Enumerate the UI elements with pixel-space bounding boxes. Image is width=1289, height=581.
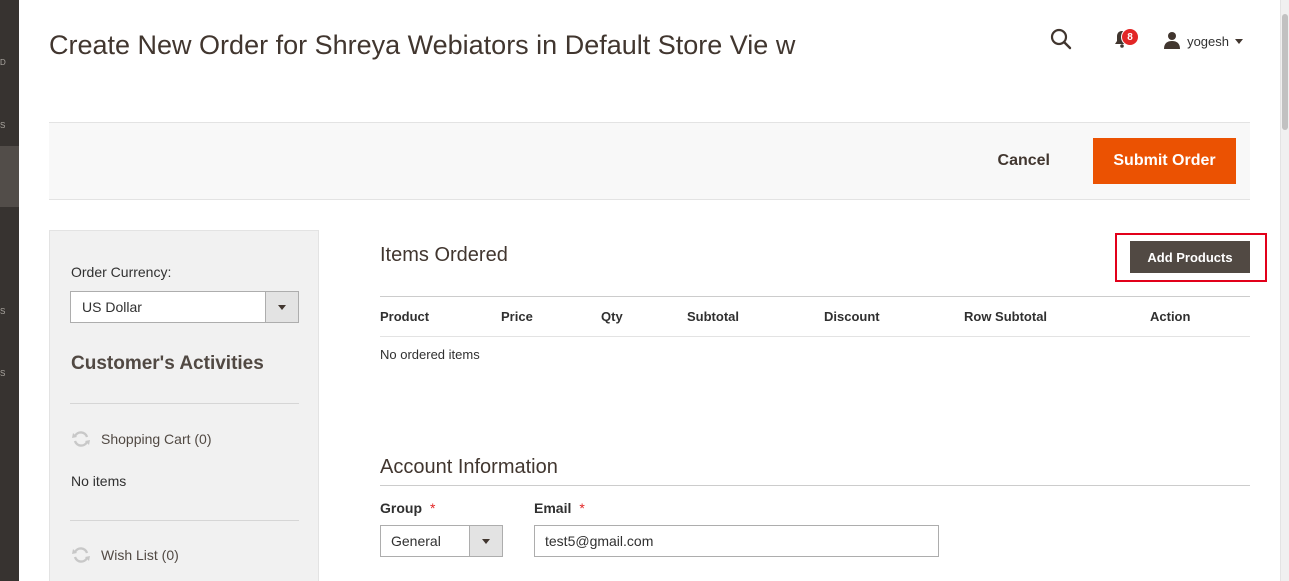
select-arrow xyxy=(265,292,298,322)
table-header-row: Product Price Qty Subtotal Discount Row … xyxy=(380,296,1250,337)
column-header: Discount xyxy=(824,296,964,337)
email-label: Email * xyxy=(534,500,585,516)
email-label-text: Email xyxy=(534,500,572,516)
shopping-cart-empty: No items xyxy=(71,473,127,489)
account-information-title: Account Information xyxy=(380,456,1250,486)
divider xyxy=(70,520,299,521)
group-label: Group * xyxy=(380,500,435,516)
order-currency-select[interactable]: US Dollar xyxy=(70,291,299,323)
admin-sidebar-nav: D S S S xyxy=(0,0,19,581)
add-products-button[interactable]: Add Products xyxy=(1130,241,1250,273)
group-select[interactable]: General xyxy=(380,525,503,557)
refresh-icon[interactable] xyxy=(71,429,91,449)
shopping-cart-label: Shopping Cart (0) xyxy=(101,431,212,447)
column-header: Action xyxy=(1150,296,1250,337)
caret-down-icon xyxy=(1235,38,1243,44)
group-value: General xyxy=(391,533,441,549)
email-field[interactable] xyxy=(534,525,939,557)
required-mark: * xyxy=(430,500,436,516)
divider xyxy=(70,403,299,404)
wish-list-section[interactable]: Wish List (0) xyxy=(71,545,179,565)
page-title: Create New Order for Shreya Webiators in… xyxy=(49,30,796,60)
required-mark: * xyxy=(579,500,585,516)
column-header: Price xyxy=(501,296,601,337)
user-account-menu[interactable]: yogesh xyxy=(1163,31,1243,52)
order-currency-value: US Dollar xyxy=(82,299,142,315)
search-button[interactable] xyxy=(1047,28,1075,54)
nav-item-fragment[interactable]: D xyxy=(0,58,19,68)
submit-order-button[interactable]: Submit Order xyxy=(1093,138,1236,184)
shopping-cart-section[interactable]: Shopping Cart (0) xyxy=(71,429,212,449)
nav-item-fragment[interactable]: S xyxy=(0,307,19,317)
username: yogesh xyxy=(1187,33,1229,49)
no-items-message: No ordered items xyxy=(380,347,480,363)
cancel-button[interactable]: Cancel xyxy=(986,139,1062,183)
notifications-button[interactable]: 8 xyxy=(1109,28,1140,54)
page-scrollbar[interactable] xyxy=(1280,0,1289,581)
caret-down-icon xyxy=(482,538,490,544)
notifications-badge: 8 xyxy=(1121,28,1140,46)
customer-activities-title: Customer's Activities xyxy=(71,353,264,374)
order-sidebar: Order Currency: US Dollar Customer's Act… xyxy=(49,230,319,581)
group-label-text: Group xyxy=(380,500,422,516)
caret-down-icon xyxy=(278,304,286,310)
items-ordered-table: Product Price Qty Subtotal Discount Row … xyxy=(380,296,1250,373)
column-header: Subtotal xyxy=(687,296,824,337)
user-icon xyxy=(1163,31,1181,52)
column-header: Product xyxy=(380,296,501,337)
items-ordered-title: Items Ordered xyxy=(380,244,508,266)
scrollbar-thumb[interactable] xyxy=(1282,14,1288,130)
column-header: Qty xyxy=(601,296,687,337)
select-arrow xyxy=(469,526,502,556)
header-actions: 8 yogesh xyxy=(1047,28,1243,54)
column-header: Row Subtotal xyxy=(964,296,1150,337)
wish-list-label: Wish List (0) xyxy=(101,547,179,563)
nav-item-fragment[interactable]: S xyxy=(0,369,19,379)
table-row: No ordered items xyxy=(380,337,1250,373)
page-actions-bar: Cancel Submit Order xyxy=(49,122,1250,200)
nav-item-active[interactable] xyxy=(0,146,19,207)
refresh-icon[interactable] xyxy=(71,545,91,565)
nav-item-fragment[interactable]: S xyxy=(0,121,19,131)
order-currency-label: Order Currency: xyxy=(71,264,172,280)
search-icon xyxy=(1050,28,1072,55)
